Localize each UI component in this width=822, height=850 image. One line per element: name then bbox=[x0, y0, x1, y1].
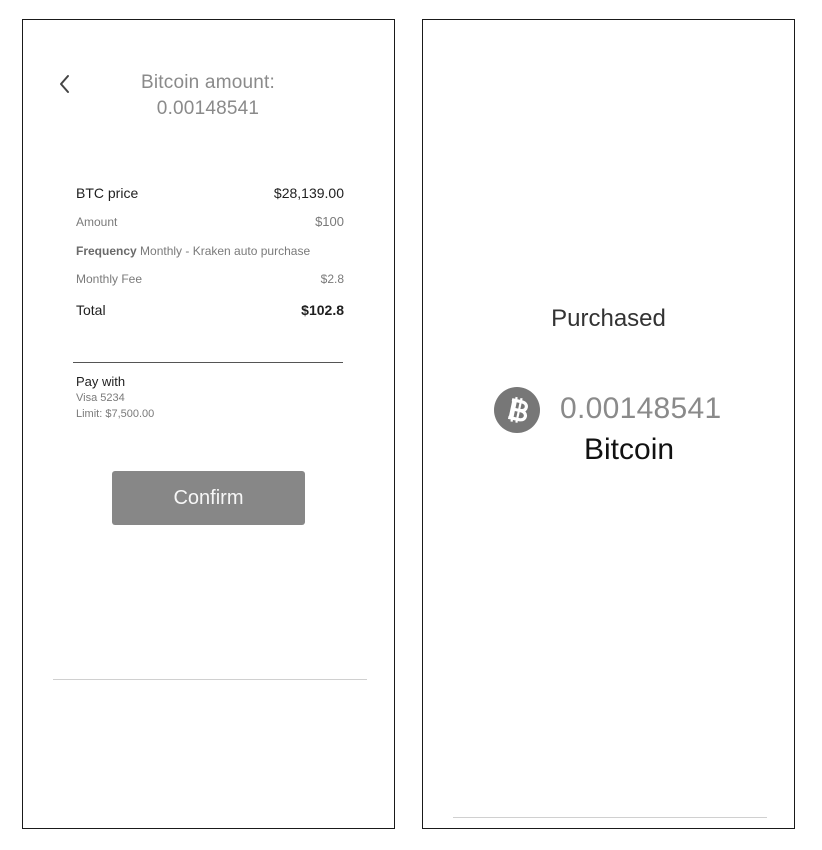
pay-with-section[interactable]: Pay with Visa 5234 Limit: $7,500.00 bbox=[76, 374, 154, 422]
pay-with-heading: Pay with bbox=[76, 374, 126, 389]
bottom-divider bbox=[53, 679, 367, 680]
frequency-label: Frequency bbox=[76, 244, 137, 258]
amount-label: Amount bbox=[76, 215, 118, 229]
fee-row: Monthly Fee $2.8 bbox=[76, 272, 344, 286]
title-amount: 0.00148541 bbox=[156, 98, 260, 119]
page-title: Bitcoin amount: 0.00148541 bbox=[113, 70, 303, 122]
frequency-text: Frequency Monthly - Kraken auto purchase bbox=[76, 244, 310, 258]
btc-price-value: $28,139.00 bbox=[273, 185, 344, 201]
card-limit: Limit: $7,500.00 bbox=[76, 408, 155, 420]
total-value: $102.8 bbox=[301, 302, 344, 318]
title-label: Bitcoin amount: bbox=[141, 72, 275, 93]
frequency-value: Monthly - Kraken auto purchase bbox=[136, 244, 311, 258]
purchased-amount: 0.00148541 bbox=[560, 392, 722, 425]
fee-label: Monthly Fee bbox=[76, 272, 143, 286]
payment-card: Visa 5234 bbox=[76, 392, 125, 404]
purchased-screen: Purchased 0.00148541 Bitcoin bbox=[422, 19, 795, 829]
back-arrow-icon[interactable] bbox=[57, 72, 73, 96]
confirm-button[interactable]: Confirm bbox=[112, 471, 305, 525]
frequency-row: Frequency Monthly - Kraken auto purchase bbox=[76, 244, 344, 258]
confirm-screen: Bitcoin amount: 0.00148541 BTC price $28… bbox=[22, 19, 395, 829]
btc-price-label: BTC price bbox=[76, 185, 139, 201]
fee-value: $2.8 bbox=[320, 272, 344, 286]
purchased-heading: Purchased bbox=[551, 305, 666, 332]
coin-name: Bitcoin bbox=[584, 433, 675, 466]
total-row: Total $102.8 bbox=[76, 302, 344, 318]
amount-row: Amount $100 bbox=[76, 214, 344, 229]
total-label: Total bbox=[76, 302, 106, 318]
divider bbox=[73, 362, 343, 363]
bitcoin-icon bbox=[494, 387, 540, 433]
btc-price-row: BTC price $28,139.00 bbox=[76, 185, 344, 201]
bottom-divider bbox=[453, 817, 767, 818]
amount-value: $100 bbox=[315, 214, 344, 229]
